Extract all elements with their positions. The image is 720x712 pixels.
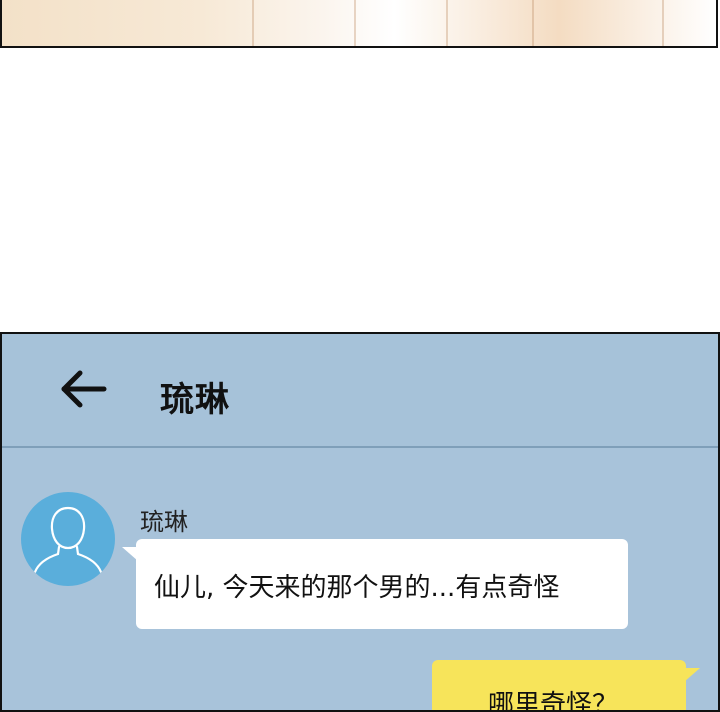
outgoing-message-bubble[interactable]: 哪里奇怪？ (432, 660, 700, 712)
sender-name: 琉琳 (140, 508, 188, 536)
panel-line (354, 0, 356, 46)
avatar[interactable] (21, 492, 115, 586)
message-text: 仙儿, 今天来的那个男的...有点奇怪 (154, 573, 560, 603)
panel-line (446, 0, 448, 46)
chat-header: 琉琳 (2, 334, 718, 448)
comic-panel-top (0, 0, 718, 48)
panel-line (662, 0, 664, 46)
arrow-left-icon (61, 370, 107, 408)
message-text: 哪里奇怪？ (488, 690, 619, 712)
back-button[interactable] (58, 364, 108, 414)
person-silhouette-icon (33, 506, 103, 574)
contact-title: 琉琳 (160, 380, 230, 420)
panel-line (532, 0, 534, 46)
panel-line (252, 0, 254, 46)
incoming-message-bubble[interactable]: 仙儿, 今天来的那个男的...有点奇怪 (122, 539, 628, 629)
chat-screen: 琉琳 琉琳 仙儿, 今天来的那个男的...有点奇怪 哪里奇怪？ (0, 332, 720, 712)
